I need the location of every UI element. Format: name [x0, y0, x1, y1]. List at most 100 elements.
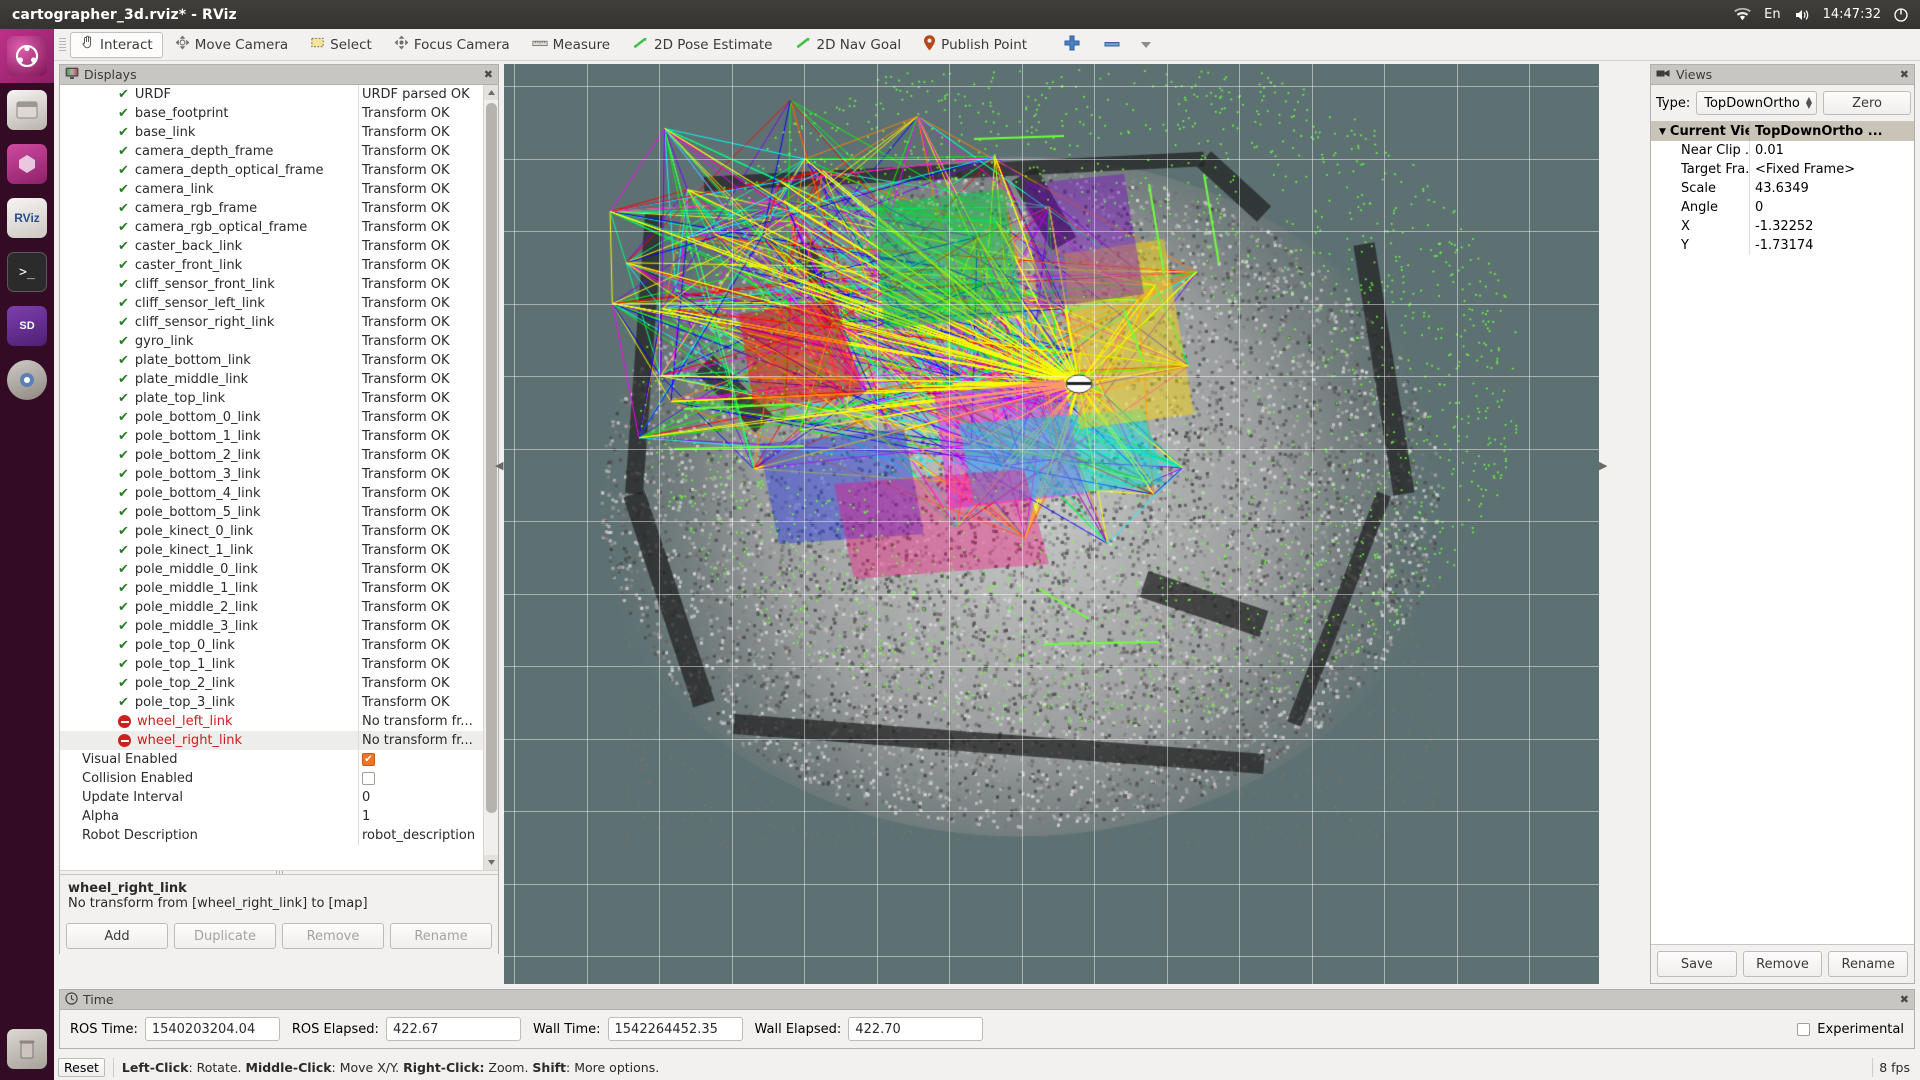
files-icon[interactable]	[0, 83, 54, 137]
close-icon[interactable]: ✖	[484, 69, 493, 80]
close-icon[interactable]: ✖	[1900, 994, 1909, 1005]
sd-card-icon[interactable]: SD	[0, 299, 54, 353]
ubuntu-dash-icon[interactable]	[0, 29, 54, 83]
display-tree-row[interactable]: ✔ pole_top_2_link Transform OK	[60, 674, 483, 693]
keyboard-layout-indicator[interactable]: En	[1764, 7, 1780, 22]
display-tree-row[interactable]: ✔ cliff_sensor_right_link Transform OK	[60, 313, 483, 332]
experimental-checkbox[interactable]	[1797, 1022, 1811, 1036]
ros-elapsed-input[interactable]: 422.67	[385, 1017, 521, 1041]
toolbar-drag-handle[interactable]	[58, 34, 67, 56]
display-property-row[interactable]: Visual Enabled	[60, 750, 483, 769]
wifi-icon[interactable]	[1734, 7, 1751, 22]
render-viewport[interactable]	[504, 64, 1599, 984]
view-property-row[interactable]: Scale 43.6349	[1651, 179, 1914, 198]
display-tree-row[interactable]: ✔ base_footprint Transform OK	[60, 104, 483, 123]
display-tree-row[interactable]: ✔ pole_middle_2_link Transform OK	[60, 598, 483, 617]
expand-triangle-icon[interactable]: ▼	[1659, 127, 1666, 137]
view-property-value[interactable]: -1.73174	[1749, 236, 1914, 255]
display-tree-row[interactable]: ✔ cliff_sensor_front_link Transform OK	[60, 275, 483, 294]
tool-2d-pose-estimate[interactable]: 2D Pose Estimate	[622, 32, 782, 58]
view-property-value[interactable]: -1.32252	[1749, 217, 1914, 236]
rename-display-button[interactable]: Rename	[390, 923, 492, 949]
view-property-value[interactable]: 0.01	[1749, 141, 1914, 160]
display-property-row[interactable]: Collision Enabled	[60, 769, 483, 788]
add-display-button[interactable]: Add	[66, 923, 168, 949]
display-tree-row[interactable]: wheel_right_link No transform fr...	[60, 731, 483, 750]
system-settings-icon[interactable]	[0, 353, 54, 407]
display-property-row[interactable]: Alpha 1	[60, 807, 483, 826]
display-tree-row[interactable]: ✔ plate_bottom_link Transform OK	[60, 351, 483, 370]
display-tree-row[interactable]: ✔ camera_rgb_optical_frame Transform OK	[60, 218, 483, 237]
rviz-icon[interactable]: RViz	[0, 191, 54, 245]
display-tree-row[interactable]: ✔ camera_depth_optical_frame Transform OK	[60, 161, 483, 180]
view-property-row[interactable]: Y -1.73174	[1651, 236, 1914, 255]
view-property-row[interactable]: Target Fra...<Fixed Frame>	[1651, 160, 1914, 179]
tool-select[interactable]: Select	[300, 32, 382, 58]
display-tree-row[interactable]: ✔ cliff_sensor_left_link Transform OK	[60, 294, 483, 313]
checkbox-checked[interactable]	[362, 753, 375, 766]
display-tree-row[interactable]: ✔ pole_top_0_link Transform OK	[60, 636, 483, 655]
displays-tree[interactable]: ✔ URDF URDF parsed OK ✔ base_footprint Transf…	[60, 85, 483, 870]
remove-view-button[interactable]: Remove	[1742, 951, 1823, 977]
tool-2d-nav-goal[interactable]: 2D Nav Goal	[785, 32, 912, 58]
session-menu-icon[interactable]	[1894, 7, 1908, 22]
tool-measure[interactable]: Measure	[522, 32, 620, 58]
display-tree-row[interactable]: ✔ pole_middle_3_link Transform OK	[60, 617, 483, 636]
software-center-icon[interactable]	[0, 137, 54, 191]
display-tree-row[interactable]: ✔ camera_rgb_frame Transform OK	[60, 199, 483, 218]
display-property-row[interactable]: Robot Description robot_description	[60, 826, 483, 845]
save-view-button[interactable]: Save	[1657, 951, 1737, 977]
view-property-row[interactable]: Angle 0	[1651, 198, 1914, 217]
close-icon[interactable]: ✖	[1900, 69, 1909, 80]
display-tree-row[interactable]: ✔ pole_top_1_link Transform OK	[60, 655, 483, 674]
wall-time-input[interactable]: 1542264452.35	[607, 1017, 743, 1041]
remove-tool-button[interactable]	[1093, 32, 1131, 58]
experimental-toggle[interactable]: Experimental	[1797, 1022, 1904, 1037]
reset-button[interactable]: Reset	[58, 1058, 105, 1077]
checkbox-unchecked[interactable]	[362, 772, 375, 785]
display-tree-row[interactable]: ✔ pole_bottom_3_link Transform OK	[60, 465, 483, 484]
display-tree-row[interactable]: ✔ camera_depth_frame Transform OK	[60, 142, 483, 161]
views-property-table[interactable]: ▼ Current View TopDownOrtho ... Near Cli…	[1651, 121, 1914, 945]
add-tool-button[interactable]	[1053, 32, 1091, 58]
display-property-value[interactable]	[358, 750, 483, 769]
volume-icon[interactable]	[1794, 8, 1810, 22]
display-tree-row[interactable]: ✔ pole_bottom_0_link Transform OK	[60, 408, 483, 427]
display-tree-row[interactable]: ✔ pole_top_3_link Transform OK	[60, 693, 483, 712]
display-tree-row[interactable]: ✔ pole_bottom_2_link Transform OK	[60, 446, 483, 465]
display-property-value[interactable]	[358, 769, 483, 788]
display-tree-row[interactable]: wheel_left_link No transform fr...	[60, 712, 483, 731]
display-tree-row[interactable]: ✔ pole_bottom_5_link Transform OK	[60, 503, 483, 522]
display-property-row[interactable]: Update Interval 0	[60, 788, 483, 807]
display-tree-row[interactable]: ✔ plate_top_link Transform OK	[60, 389, 483, 408]
display-tree-row[interactable]: ✔ pole_middle_0_link Transform OK	[60, 560, 483, 579]
duplicate-display-button[interactable]: Duplicate	[174, 923, 276, 949]
view-property-row[interactable]: X -1.32252	[1651, 217, 1914, 236]
display-tree-row[interactable]: ✔ caster_back_link Transform OK	[60, 237, 483, 256]
display-tree-row[interactable]: ✔ pole_bottom_4_link Transform OK	[60, 484, 483, 503]
rename-view-button[interactable]: Rename	[1828, 951, 1909, 977]
tool-move-camera[interactable]: Move Camera	[165, 32, 298, 58]
trash-icon[interactable]	[0, 1022, 54, 1076]
display-tree-row[interactable]: ✔ plate_middle_link Transform OK	[60, 370, 483, 389]
view-type-select[interactable]: TopDownOrtho ▲ ▼	[1696, 91, 1818, 115]
toolbar-overflow-button[interactable]	[1133, 32, 1159, 58]
zero-button[interactable]: Zero	[1823, 91, 1912, 115]
terminal-icon[interactable]: >_	[0, 245, 54, 299]
view-property-value[interactable]: <Fixed Frame>	[1749, 160, 1914, 179]
ros-time-input[interactable]: 1540203204.04	[144, 1017, 280, 1041]
display-tree-row[interactable]: ✔ gyro_link Transform OK	[60, 332, 483, 351]
display-tree-row[interactable]: ✔ URDF URDF parsed OK	[60, 85, 483, 104]
display-tree-row[interactable]: ✔ pole_kinect_1_link Transform OK	[60, 541, 483, 560]
display-tree-row[interactable]: ✔ base_link Transform OK	[60, 123, 483, 142]
displays-collapse-handle[interactable]: ◀	[495, 29, 504, 1080]
views-collapse-handle[interactable]: ▶	[1599, 29, 1608, 1080]
tool-publish-point[interactable]: Publish Point	[913, 32, 1037, 58]
display-tree-row[interactable]: ✔ pole_bottom_1_link Transform OK	[60, 427, 483, 446]
display-tree-row[interactable]: ✔ pole_kinect_0_link Transform OK	[60, 522, 483, 541]
view-property-value[interactable]: 0	[1749, 198, 1914, 217]
view-property-value[interactable]: 43.6349	[1749, 179, 1914, 198]
display-tree-row[interactable]: ✔ pole_middle_1_link Transform OK	[60, 579, 483, 598]
current-view-header-row[interactable]: ▼ Current View TopDownOrtho ...	[1651, 122, 1914, 141]
remove-display-button[interactable]: Remove	[282, 923, 384, 949]
